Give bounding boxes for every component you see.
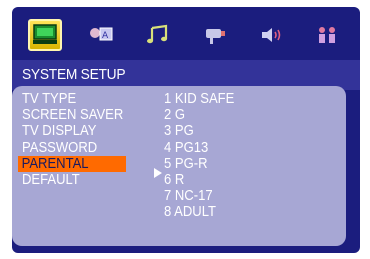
option-pg-r[interactable]: 5 PG-R <box>164 156 234 172</box>
svg-text:A: A <box>102 31 109 41</box>
settings-menu: TV TYPE SCREEN SAVER TV DISPLAY PASSWORD… <box>18 91 138 188</box>
preference-setup-tab[interactable] <box>310 19 344 51</box>
language-setup-tab[interactable]: A <box>84 19 118 51</box>
option-nc-17[interactable]: 7 NC-17 <box>164 188 234 204</box>
preference-setup-icon <box>318 27 335 43</box>
option-pg[interactable]: 3 PG <box>164 123 234 139</box>
video-setup-tab[interactable] <box>197 19 231 51</box>
video-setup-icon <box>206 29 226 44</box>
parental-options-list: 1 KID SAFE 2 G 3 PG 4 PG13 5 PG-R 6 R 7 … <box>164 91 242 221</box>
option-r[interactable]: 6 R <box>164 172 234 188</box>
option-adult[interactable]: 8 ADULT <box>164 204 234 220</box>
menu-item-screen-saver[interactable]: SCREEN SAVER <box>22 107 126 123</box>
audio-setup-icon <box>146 24 167 44</box>
page-title: SYSTEM SETUP <box>22 66 126 83</box>
audio-setup-tab[interactable] <box>141 19 175 51</box>
menu-item-default[interactable]: DEFAULT <box>22 172 126 188</box>
menu-item-password[interactable]: PASSWORD <box>22 140 126 156</box>
option-pg13[interactable]: 4 PG13 <box>164 140 234 156</box>
speaker-setup-tab[interactable] <box>254 19 288 51</box>
system-setup-tab[interactable] <box>28 19 62 51</box>
menu-item-tv-type[interactable]: TV TYPE <box>22 91 126 107</box>
system-setup-icon <box>33 24 57 44</box>
language-setup-icon: A <box>90 27 113 41</box>
menu-item-parental[interactable]: PARENTAL <box>18 155 126 172</box>
submenu-arrow-icon <box>154 168 162 178</box>
option-g[interactable]: 2 G <box>164 107 234 123</box>
menu-item-tv-display[interactable]: TV DISPLAY <box>22 123 126 139</box>
option-kid-safe[interactable]: 1 KID SAFE <box>164 91 234 107</box>
setup-tab-bar: A <box>22 15 350 55</box>
speaker-setup-icon <box>261 28 280 42</box>
